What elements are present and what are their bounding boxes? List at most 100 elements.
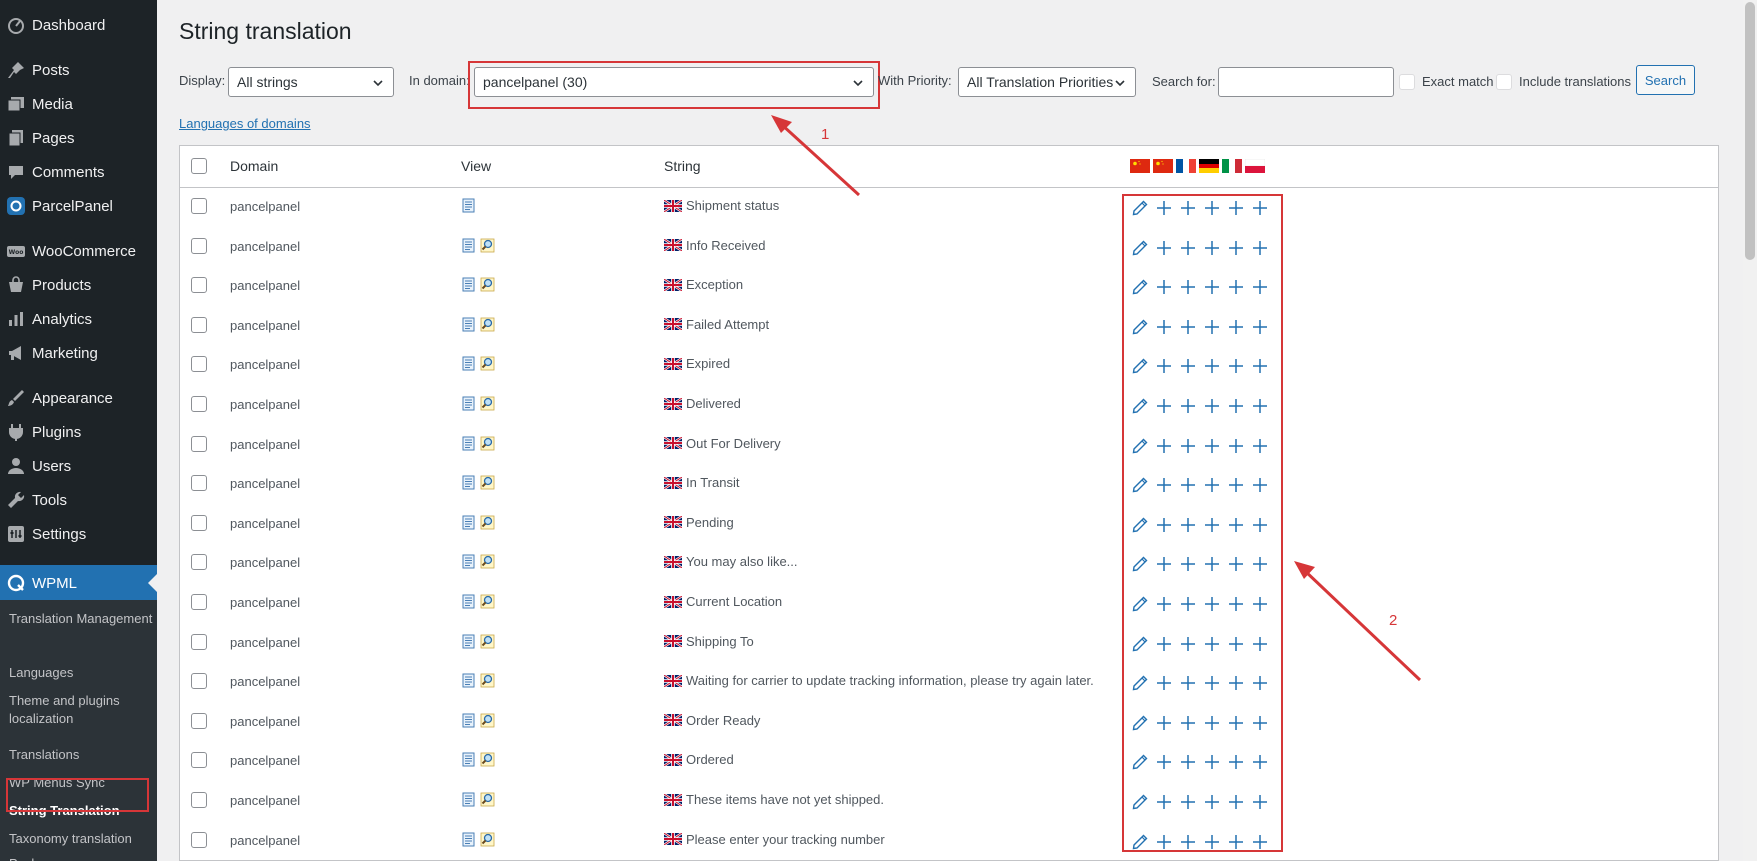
display-select[interactable]: All strings (228, 67, 394, 97)
table-row: pancelpanel In Transit (180, 464, 1718, 504)
document-icon[interactable] (461, 238, 476, 253)
exact-match-checkbox[interactable] (1399, 74, 1415, 90)
row-checkbox[interactable] (191, 673, 207, 690)
row-checkbox[interactable] (191, 792, 207, 808)
sidebar-item-pages[interactable]: Pages (0, 123, 157, 153)
uk-flag-icon (664, 516, 682, 529)
row-domain: pancelpanel (230, 832, 301, 848)
sidebar-item-appearance[interactable]: Appearance (0, 383, 157, 413)
row-checkbox[interactable] (191, 435, 207, 452)
document-icon[interactable] (461, 356, 476, 371)
page-scrollbar[interactable] (1743, 0, 1757, 861)
admin-sidebar: Dashboard Posts Media Pages Comments ParcelPa… (0, 0, 157, 861)
document-icon[interactable] (461, 673, 476, 688)
sidebar-item-posts[interactable]: Posts (0, 55, 157, 85)
sidebar-item-comments[interactable]: Comments (0, 157, 157, 187)
submenu-item-languages[interactable]: Languages (9, 664, 154, 682)
sidebar-item-tools[interactable]: Tools (0, 485, 157, 515)
magnifier-icon[interactable] (480, 752, 495, 767)
media-icon (6, 94, 26, 114)
magnifier-icon[interactable] (480, 634, 495, 649)
scrollbar-thumb[interactable] (1745, 2, 1755, 260)
row-checkbox[interactable] (191, 514, 207, 531)
row-string-text: In Transit (686, 475, 740, 491)
document-icon[interactable] (461, 634, 476, 649)
row-checkbox[interactable] (191, 633, 207, 650)
search-button[interactable]: Search (1636, 65, 1695, 95)
row-checkbox[interactable] (191, 594, 207, 610)
document-icon[interactable] (461, 396, 476, 411)
magnifier-icon[interactable] (480, 277, 495, 292)
document-icon[interactable] (461, 594, 476, 609)
row-checkbox[interactable] (191, 475, 207, 492)
sidebar-item-label: WPML (32, 574, 77, 592)
magnifier-icon[interactable] (480, 792, 495, 807)
row-checkbox[interactable] (191, 554, 207, 571)
submenu-item-packages[interactable]: Packages (9, 855, 154, 861)
select-all-checkbox[interactable] (191, 158, 207, 174)
magnifier-icon[interactable] (480, 832, 495, 847)
magnifier-icon[interactable] (480, 515, 495, 530)
submenu-item-taxonomy-translation[interactable]: Taxonomy translation (9, 830, 154, 848)
magnifier-icon[interactable] (480, 356, 495, 371)
submenu-item-translation-management[interactable]: Translation Management (9, 610, 154, 628)
sidebar-item-settings[interactable]: Settings (0, 519, 157, 549)
magnifier-icon[interactable] (480, 475, 495, 490)
document-icon[interactable] (461, 832, 476, 847)
submenu-item-translations[interactable]: Translations (9, 746, 154, 764)
row-checkbox[interactable] (191, 237, 207, 254)
table-row: pancelpanel Pending (180, 504, 1718, 544)
row-checkbox[interactable] (191, 356, 207, 373)
magnifier-icon[interactable] (480, 713, 495, 728)
magnifier-icon[interactable] (480, 317, 495, 332)
document-icon[interactable] (461, 554, 476, 569)
document-icon[interactable] (461, 436, 476, 451)
row-string: Info Received (664, 238, 766, 253)
magnifier-icon[interactable] (480, 673, 495, 688)
row-checkbox[interactable] (191, 198, 207, 214)
magnifier-icon[interactable] (480, 436, 495, 451)
sidebar-item-users[interactable]: Users (0, 451, 157, 481)
column-header-string[interactable]: String (664, 158, 701, 174)
document-icon[interactable] (461, 792, 476, 807)
document-icon[interactable] (461, 475, 476, 490)
sidebar-item-media[interactable]: Media (0, 89, 157, 119)
document-icon[interactable] (461, 277, 476, 292)
sidebar-item-label: ParcelPanel (32, 197, 113, 215)
strings-table: Domain View String pancelpanel Shipment s… (179, 145, 1719, 861)
table-row: pancelpanel Delivered (180, 385, 1718, 425)
column-header-domain[interactable]: Domain (230, 158, 278, 174)
row-checkbox[interactable] (191, 396, 207, 412)
row-checkbox[interactable] (191, 277, 207, 294)
sidebar-item-label: Products (32, 276, 92, 294)
sidebar-item-wpml[interactable]: WPML (0, 565, 157, 601)
document-icon[interactable] (461, 198, 476, 213)
magnifier-icon[interactable] (480, 594, 495, 609)
search-input[interactable] (1218, 67, 1394, 97)
document-icon[interactable] (461, 713, 476, 728)
magnifier-icon[interactable] (480, 554, 495, 569)
languages-of-domains-link[interactable]: Languages of domains (179, 116, 311, 131)
row-checkbox[interactable] (191, 712, 207, 729)
sidebar-item-plugins[interactable]: Plugins (0, 417, 157, 447)
document-icon[interactable] (461, 515, 476, 530)
row-checkbox[interactable] (191, 752, 207, 769)
sidebar-item-dashboard[interactable]: Dashboard (0, 10, 157, 40)
magnifier-icon[interactable] (480, 396, 495, 411)
submenu-item-theme-and-plugins-localization[interactable]: Theme and plugins localization (9, 692, 154, 728)
magnifier-icon[interactable] (480, 238, 495, 253)
include-translations-checkbox[interactable] (1496, 74, 1512, 90)
row-checkbox[interactable] (191, 831, 207, 848)
row-checkbox[interactable] (191, 316, 207, 333)
uk-flag-icon (664, 357, 682, 370)
sidebar-item-analytics[interactable]: Analytics (0, 304, 157, 334)
row-view-icons (461, 554, 495, 569)
priority-select[interactable]: All Translation Priorities (958, 67, 1136, 97)
document-icon[interactable] (461, 752, 476, 767)
sidebar-item-label: WooCommerce (32, 242, 136, 260)
sidebar-item-products[interactable]: Products (0, 270, 157, 300)
sidebar-item-marketing[interactable]: Marketing (0, 338, 157, 368)
document-icon[interactable] (461, 317, 476, 332)
sidebar-item-parcelpanel[interactable]: ParcelPanel (0, 191, 157, 221)
sidebar-item-woocommerce[interactable]: Woo WooCommerce (0, 236, 157, 266)
